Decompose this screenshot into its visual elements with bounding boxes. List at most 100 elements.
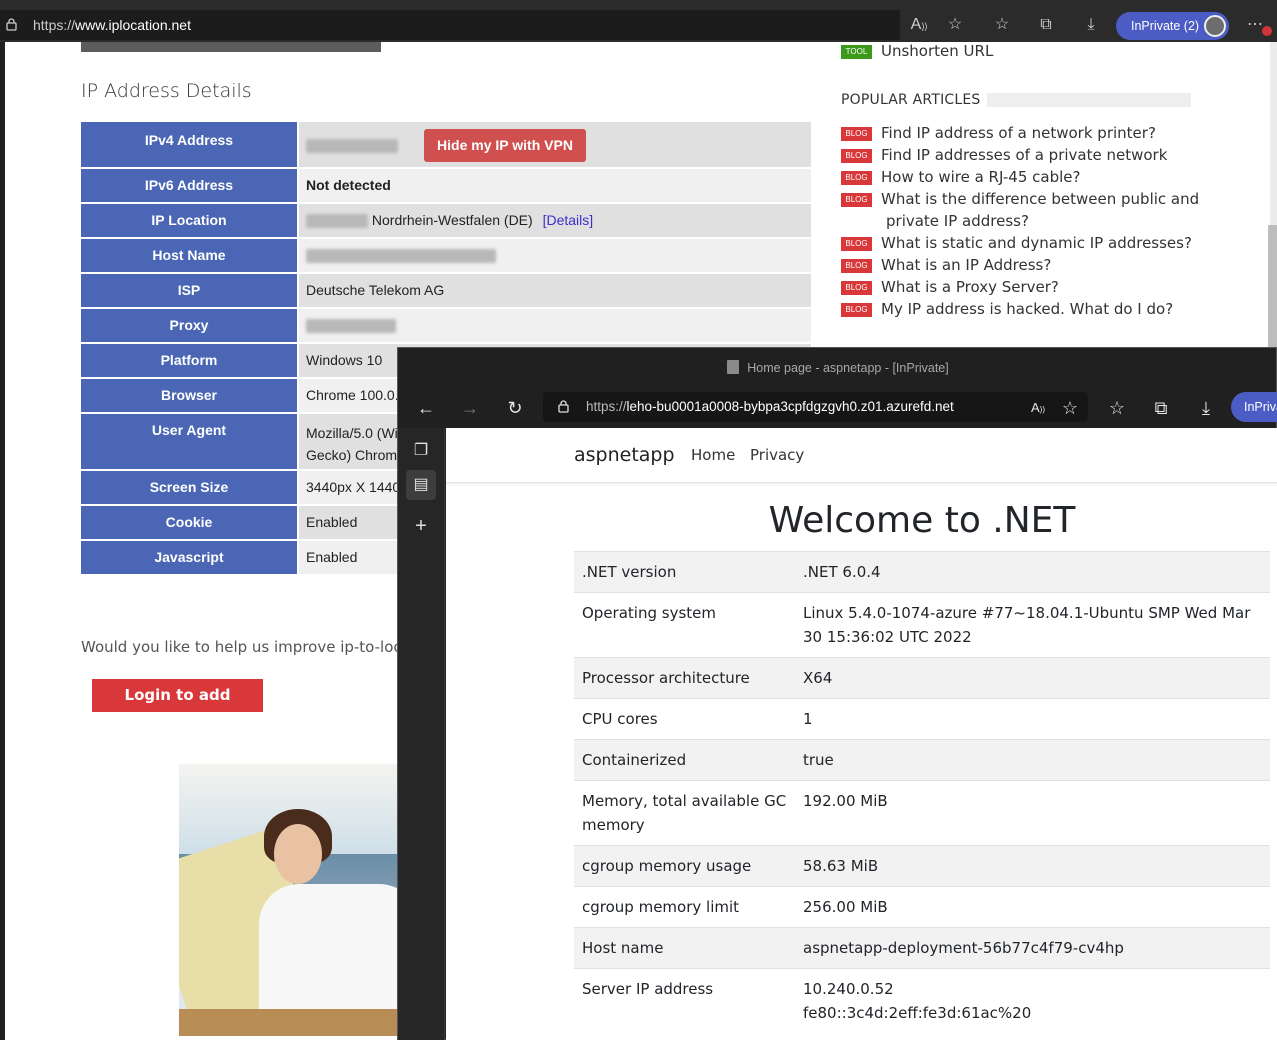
row-label: IPv4 Address [81, 122, 299, 169]
blog-tag: BLOG [841, 149, 872, 163]
blog-tag: BLOG [841, 193, 872, 207]
article-label: Find IP address of a network printer? [881, 124, 1156, 142]
table-row: .NET version .NET 6.0.4 [574, 551, 1270, 592]
url-host: www.iplocation.net [75, 17, 191, 33]
address-bar[interactable]: https://leho-bu0001a0008-bybpa3cpfdgzgvh… [543, 392, 1088, 422]
article-link[interactable]: BLOG What is static and dynamic IP addres… [841, 234, 1192, 252]
article-link[interactable]: BLOG Find IP address of a network printer… [841, 124, 1156, 142]
row-key: Operating system [582, 604, 716, 622]
article-link[interactable]: BLOG My IP address is hacked. What do I d… [841, 300, 1173, 318]
collections-icon[interactable]: ⧉ [1035, 14, 1057, 36]
server-ipv6: fe80::3c4d:2eff:fe3d:61ac%20 [803, 1004, 1032, 1022]
notification-badge [1262, 26, 1272, 36]
forward-arrow-icon[interactable]: → [456, 394, 484, 422]
tool-item[interactable]: TOOL Unshorten URL [841, 42, 993, 60]
table-row: Containerized true [574, 739, 1270, 780]
site-header: aspnetapp Home Privacy [446, 428, 1277, 483]
blurred-city [306, 214, 368, 229]
downloads-icon[interactable]: ⤓ [1080, 14, 1102, 36]
row-label: IPv6 Address [81, 169, 299, 204]
table-row: CPU cores 1 [574, 698, 1270, 739]
row-key: .NET version [582, 563, 677, 581]
row-value: Deutsche Telekom AG [299, 274, 811, 309]
window-title: Home page - aspnetapp - [InPrivate] [747, 361, 949, 375]
row-key: Processor architecture [582, 669, 750, 687]
row-label: Proxy [81, 309, 299, 344]
refresh-icon[interactable]: ↻ [501, 394, 529, 422]
nav-privacy-link[interactable]: Privacy [750, 446, 804, 464]
url-scheme: https:// [33, 17, 76, 33]
article-link[interactable]: BLOG What is the difference between publi… [841, 190, 1199, 208]
table-row: Processor architecture X64 [574, 657, 1270, 698]
row-value: 256.00 MiB [803, 898, 888, 916]
add-favorite-icon[interactable]: ☆ [1056, 394, 1084, 422]
new-tab-icon[interactable]: + [406, 511, 436, 541]
popular-articles-divider [987, 93, 1191, 107]
tool-tag: TOOL [841, 45, 872, 59]
row-value: 58.63 MiB [803, 857, 879, 875]
details-link[interactable]: [Details] [543, 212, 594, 228]
favorites-icon[interactable]: ☆ [991, 14, 1013, 36]
row-key: cgroup memory limit [582, 898, 740, 916]
brand-link[interactable]: aspnetapp [574, 444, 675, 466]
row-value: Nordrhein-Westfalen (DE) [Details] [299, 204, 811, 239]
blurred-host [306, 249, 496, 264]
address-bar[interactable]: https://www.iplocation.net [0, 10, 900, 40]
table-row: Operating system Linux 5.4.0-1074-azure … [574, 592, 1270, 657]
article-link-continued[interactable]: private IP address? [886, 212, 1029, 230]
read-aloud-icon[interactable]: A)) [1024, 394, 1052, 422]
table-row: Server IP address 10.240.0.52 fe80::3c4d… [574, 968, 1270, 1033]
article-link[interactable]: BLOG How to wire a RJ-45 cable? [841, 168, 1080, 186]
row-value [299, 239, 811, 274]
downloads-icon[interactable]: ⤓ [1192, 394, 1220, 422]
front-browser-window: Home page - aspnetapp - [InPrivate] ← → … [397, 347, 1277, 1040]
article-label: Find IP addresses of a private network [881, 146, 1168, 164]
tool-item-label: Unshorten URL [881, 42, 994, 60]
row-label: Javascript [81, 541, 299, 576]
window-title-bar[interactable]: Home page - aspnetapp - [InPrivate] [398, 348, 1277, 388]
read-aloud-icon[interactable]: A)) [908, 14, 930, 36]
row-label: User Agent [81, 414, 299, 471]
blog-tag: BLOG [841, 303, 872, 317]
row-label: Browser [81, 379, 299, 414]
inprivate-label: InPrivate (2) [1131, 19, 1200, 33]
blurred-proxy [306, 319, 396, 334]
favorites-icon[interactable]: ☆ [1103, 394, 1131, 422]
article-link[interactable]: BLOG What is a Proxy Server? [841, 278, 1059, 296]
table-row: IPv6 Address Not detected [81, 169, 811, 204]
add-favorite-icon[interactable]: ☆ [944, 14, 966, 36]
vertical-tabs-bar: ❐ ▤ + [398, 428, 445, 1040]
url-host: leho-bu0001a0008-bybpa3cpfdgzgvh0.z01.az… [626, 399, 954, 414]
page-heading: Welcome to .NET [768, 500, 1076, 541]
row-key: Host name [582, 939, 664, 957]
table-row: IP Location Nordrhein-Westfalen (DE) [De… [81, 204, 811, 239]
back-arrow-icon[interactable]: ← [412, 394, 440, 422]
row-label: IP Location [81, 204, 299, 239]
row-label: ISP [81, 274, 299, 309]
inprivate-button[interactable]: InPrivate (2) [1116, 12, 1229, 40]
row-value: 1 [803, 710, 813, 728]
active-tab-icon[interactable]: ▤ [406, 470, 436, 500]
collections-icon[interactable]: ⧉ [1147, 394, 1175, 422]
row-key: Containerized [582, 751, 687, 769]
back-browser-toolbar: https://www.iplocation.net A)) ☆ ☆ ⧉ ⤓ I… [0, 0, 1277, 42]
popular-articles-title: POPULAR ARTICLES [841, 92, 981, 108]
scrollbar-thumb[interactable] [1268, 225, 1277, 350]
hide-ip-vpn-button[interactable]: Hide my IP with VPN [424, 129, 586, 162]
article-link[interactable]: BLOG Find IP addresses of a private netwo… [841, 146, 1167, 164]
article-link[interactable]: BLOG What is an IP Address? [841, 256, 1051, 274]
help-improve-text: Would you like to help us improve ip-to-… [81, 638, 417, 656]
tab-actions-icon[interactable]: ❐ [406, 436, 436, 466]
article-label: What is static and dynamic IP addresses? [881, 234, 1192, 252]
article-label: What is the difference between public an… [881, 190, 1200, 208]
login-feedback-button[interactable]: Login to add feedback [92, 679, 263, 737]
article-label: My IP address is hacked. What do I do? [881, 300, 1174, 318]
avatar-icon [1204, 15, 1226, 37]
front-browser-toolbar: ← → ↻ https://leho-bu0001a0008-bybpa3cpf… [398, 388, 1277, 428]
section-title: IP Address Details [81, 80, 252, 102]
row-label: Host Name [81, 239, 299, 274]
row-key: Memory, total available GC memory [582, 792, 787, 834]
inprivate-button[interactable]: InPrivate [1231, 392, 1277, 422]
row-value: aspnetapp-deployment-56b77c4f79-cv4hp [803, 939, 1124, 957]
nav-home-link[interactable]: Home [691, 446, 735, 464]
